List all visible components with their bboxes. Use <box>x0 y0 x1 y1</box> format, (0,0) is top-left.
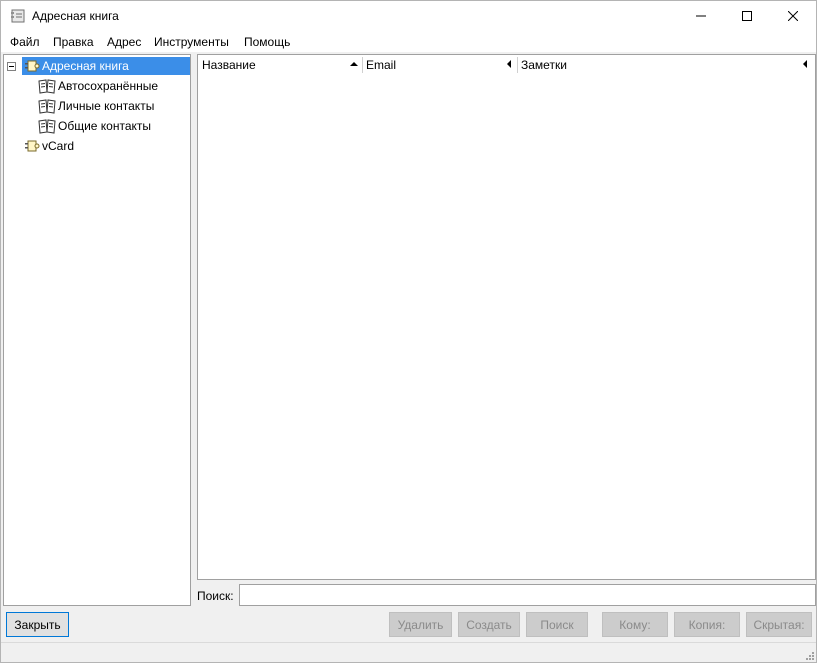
maximize-button[interactable] <box>724 1 770 31</box>
delete-button[interactable]: Удалить <box>389 612 452 637</box>
resize-grip-icon[interactable] <box>804 650 814 660</box>
column-menu-icon <box>507 60 511 68</box>
cc-button[interactable]: Копия: <box>674 612 740 637</box>
menu-bar: Файл Правка Адрес Инструменты Помощь <box>1 31 816 52</box>
menu-tools[interactable]: Инструменты <box>154 35 229 49</box>
contacts-list[interactable]: Название Email Заметки <box>197 54 816 580</box>
search-input[interactable] <box>239 584 816 606</box>
column-label: Заметки <box>521 58 567 72</box>
address-book-icon <box>25 60 40 72</box>
tree-item-label: vCard <box>42 139 75 153</box>
bcc-button[interactable]: Скрытая: <box>746 612 812 637</box>
tree-collapse-toggle[interactable] <box>7 62 16 71</box>
column-label: Название <box>202 58 256 72</box>
contacts-list-header: Название Email Заметки <box>198 55 815 75</box>
maximize-icon <box>742 11 752 21</box>
menu-file[interactable]: Файл <box>10 35 40 49</box>
close-icon <box>788 11 798 21</box>
tree-item-label: Общие контакты <box>58 119 152 133</box>
menu-help[interactable]: Помощь <box>244 35 290 49</box>
menu-edit[interactable]: Правка <box>53 35 94 49</box>
tree-item-autosaved[interactable]: Автосохранённые <box>38 77 160 95</box>
tree-item-shared-contacts[interactable]: Общие контакты <box>38 117 153 135</box>
column-label: Email <box>366 58 397 72</box>
open-book-icon <box>38 99 56 114</box>
close-button[interactable]: Закрыть <box>6 612 69 637</box>
tree-item-label: Личные контакты <box>58 99 155 113</box>
open-book-icon <box>38 119 56 134</box>
window-title: Адресная книга <box>32 9 119 23</box>
minimize-icon <box>696 15 706 17</box>
open-book-icon <box>38 79 56 94</box>
tree-item-personal-contacts[interactable]: Личные контакты <box>38 97 156 115</box>
tree-item-label: Автосохранённые <box>58 79 159 93</box>
search-label: Поиск: <box>197 589 234 603</box>
column-header-notes[interactable]: Заметки <box>517 55 815 75</box>
tree-item-label: Адресная книга <box>42 59 129 73</box>
create-button[interactable]: Создать <box>458 612 520 637</box>
find-button[interactable]: Поиск <box>526 612 588 637</box>
address-book-app-icon <box>11 9 25 23</box>
to-button[interactable]: Кому: <box>602 612 668 637</box>
status-bar <box>1 642 816 662</box>
address-book-icon <box>25 140 40 152</box>
address-book-window: Адресная книга Файл Правка Адрес Инструм… <box>0 0 817 663</box>
column-header-email[interactable]: Email <box>362 55 517 75</box>
column-header-name[interactable]: Название <box>198 55 362 75</box>
address-book-tree[interactable]: Адресная книга Автосохранённые Личные ко… <box>3 54 191 606</box>
column-menu-icon <box>803 60 807 68</box>
close-window-button[interactable] <box>770 1 816 31</box>
menu-address[interactable]: Адрес <box>107 35 141 49</box>
title-bar[interactable]: Адресная книга <box>1 1 816 31</box>
tree-item-vcard[interactable]: vCard <box>22 137 76 155</box>
tree-item-address-book[interactable]: Адресная книга <box>22 57 190 75</box>
sort-ascending-icon <box>350 62 358 66</box>
minimize-button[interactable] <box>678 1 724 31</box>
